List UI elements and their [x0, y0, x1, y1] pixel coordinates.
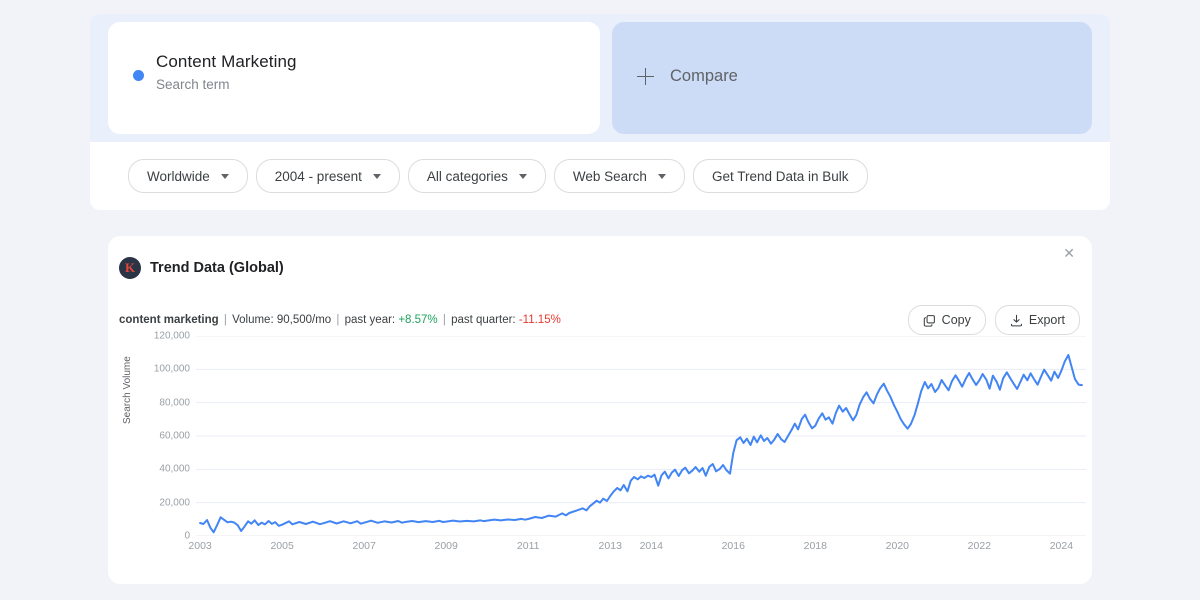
- copy-button[interactable]: Copy: [907, 305, 986, 335]
- stats-separator-3: |: [442, 314, 446, 326]
- search-term-row: Content Marketing Search term Compare: [108, 22, 1092, 134]
- close-icon[interactable]: ✕: [1059, 242, 1079, 264]
- stats-volume-label: Volume:: [232, 314, 274, 326]
- x-tick-label: 2009: [434, 540, 458, 552]
- export-button[interactable]: Export: [994, 305, 1080, 335]
- filter-timerange-label: 2004 - present: [274, 168, 362, 184]
- x-tick-label: 2014: [639, 540, 663, 552]
- stats-past-quarter-label: past quarter:: [451, 314, 516, 326]
- x-tick-label: 2007: [352, 540, 376, 552]
- filter-category-label: All categories: [426, 168, 508, 184]
- y-tick-label: 100,000: [153, 363, 190, 375]
- compare-card[interactable]: Compare: [612, 22, 1092, 134]
- x-tick-label: 2016: [721, 540, 745, 552]
- y-tick-label: 0: [184, 530, 190, 542]
- brand-logo-icon: K: [119, 257, 141, 279]
- chevron-down-icon: [657, 173, 666, 179]
- series-color-dot: [133, 70, 144, 81]
- y-tick-label: 20,000: [159, 497, 190, 509]
- filter-search-type-label: Web Search: [572, 168, 647, 184]
- x-tick-label: 2003: [188, 540, 212, 552]
- x-tick-label: 2020: [885, 540, 910, 552]
- compare-label: Compare: [670, 67, 738, 85]
- filter-timerange[interactable]: 2004 - present: [255, 159, 400, 193]
- series-line: [200, 355, 1082, 532]
- copy-button-label: Copy: [941, 313, 971, 327]
- search-term-card[interactable]: Content Marketing Search term: [108, 22, 600, 134]
- y-tick-label: 120,000: [153, 330, 190, 342]
- trend-card-header: K Trend Data (Global): [119, 257, 284, 279]
- search-term-title: Content Marketing: [156, 52, 297, 71]
- y-axis-ticks: 0 20,000 40,000 60,000 80,000 100,000 120,000: [130, 331, 190, 542]
- trend-card-title: Trend Data (Global): [150, 260, 284, 276]
- export-button-label: Export: [1028, 313, 1065, 327]
- x-tick-label: 2011: [516, 540, 540, 552]
- y-tick-label: 40,000: [159, 463, 190, 475]
- stats-keyword: content marketing: [119, 314, 219, 326]
- stats-past-year-value: +8.57%: [398, 314, 438, 326]
- filter-location-label: Worldwide: [147, 168, 210, 184]
- search-term-subtitle: Search term: [156, 77, 230, 92]
- stats-separator-1: |: [223, 314, 227, 326]
- filter-search-type[interactable]: Web Search: [553, 159, 685, 193]
- get-trend-data-bulk-button[interactable]: Get Trend Data in Bulk: [692, 159, 868, 193]
- compare-inner: Compare: [637, 67, 738, 86]
- x-axis-ticks: 2003 2005 2007 2009 2011 2013 2014 2016 2018 2020…: [188, 536, 1086, 556]
- filter-location[interactable]: Worldwide: [128, 159, 248, 193]
- chevron-down-icon: [518, 173, 527, 179]
- trends-query-panel: Content Marketing Search term Compare Wo…: [90, 14, 1110, 210]
- stats-volume-value: 90,500/mo: [276, 314, 332, 326]
- y-tick-label: 60,000: [159, 430, 190, 442]
- filter-category[interactable]: All categories: [407, 159, 546, 193]
- stats-separator-2: |: [336, 314, 340, 326]
- x-tick-label: 2018: [803, 540, 827, 552]
- chart-plot-area: [196, 336, 1086, 536]
- x-tick-label: 2005: [270, 540, 294, 552]
- download-icon: [1010, 314, 1022, 326]
- x-tick-label: 2024: [1049, 540, 1074, 552]
- x-tick-label: 2013: [598, 540, 622, 552]
- trend-data-card: ✕ K Trend Data (Global) content marketin…: [108, 236, 1092, 584]
- card-actions: Copy Export: [907, 305, 1080, 335]
- keyword-stats: content marketing | Volume: 90,500/mo | …: [119, 314, 561, 326]
- get-trend-data-bulk-label: Get Trend Data in Bulk: [711, 168, 849, 184]
- stats-past-quarter-value: -11.15%: [518, 314, 561, 326]
- filter-bar: Worldwide 2004 - present All categories …: [90, 142, 1110, 210]
- copy-icon: [923, 314, 935, 327]
- stats-row: content marketing | Volume: 90,500/mo | …: [119, 305, 1080, 335]
- plus-icon: [637, 68, 654, 85]
- y-tick-label: 80,000: [159, 397, 190, 409]
- chevron-down-icon: [372, 173, 381, 179]
- chevron-down-icon: [220, 173, 229, 179]
- x-tick-label: 2022: [967, 540, 992, 552]
- chart-svg: [196, 336, 1086, 536]
- trend-chart: Search Volume 0 20,000 40,000 60,000 80,000 1…: [108, 331, 1092, 552]
- stats-past-year-label: past year:: [344, 314, 396, 326]
